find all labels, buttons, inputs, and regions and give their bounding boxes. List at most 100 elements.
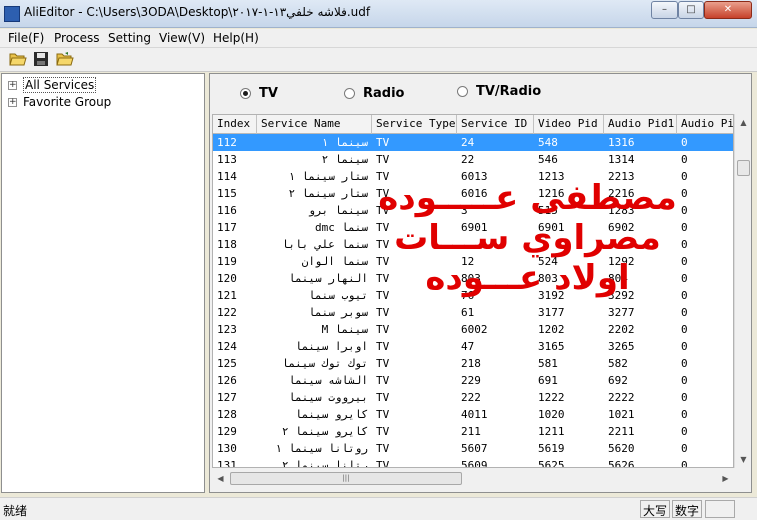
table-cell: ستار سينما ١: [288, 170, 368, 183]
table-row[interactable]: 125 توك توك سينما TV 218 581 582 0: [213, 355, 733, 372]
folder-open-icon: [56, 52, 74, 66]
table-cell: 1211: [538, 425, 565, 438]
tree-item-favorite-group[interactable]: + Favorite Group: [8, 94, 111, 110]
table-cell: سنما علي بابا: [281, 238, 368, 251]
table-row[interactable]: 117 سنما dmc TV 6901 6901 6902 0: [213, 219, 733, 236]
vertical-scrollbar[interactable]: ▲ ▼: [734, 114, 751, 468]
title-bar: AliEditor - C:\Users\3ODA\Desktop\فلاشه …: [0, 0, 757, 28]
menu-process[interactable]: Process: [54, 31, 100, 45]
scroll-left-icon[interactable]: ◀: [212, 470, 229, 487]
table-cell: 515: [538, 204, 558, 217]
table-row[interactable]: 112 سينما ١ TV 24 548 1316 0: [213, 134, 733, 151]
table-row[interactable]: 116 سينما برو TV 3 515 1283 0: [213, 202, 733, 219]
table-row[interactable]: 124 اوبرا سينما TV 47 3165 3265 0: [213, 338, 733, 355]
scroll-right-icon[interactable]: ▶: [717, 470, 734, 487]
horizontal-scrollbar[interactable]: ◀ ||| ▶: [212, 470, 734, 487]
menu-setting[interactable]: Setting: [108, 31, 151, 45]
table-cell: 0: [681, 153, 688, 166]
table-row[interactable]: 119 سنما الوان TV 12 524 1292 0: [213, 253, 733, 270]
table-cell: TV: [376, 238, 390, 251]
table-cell: 117: [217, 221, 237, 234]
col-service-type[interactable]: Service Type: [372, 115, 457, 134]
col-audio-pid1[interactable]: Audio Pid1: [604, 115, 677, 134]
col-audio-pid[interactable]: Audio Pid: [677, 115, 733, 134]
table-body: 112 سينما ١ TV 24 548 1316 0 113 سينما ٢ TV 22 546 1…: [213, 134, 733, 468]
table-row[interactable]: 128 كايرو سينما TV 4011 1020 1021 0: [213, 406, 733, 423]
expand-icon[interactable]: +: [8, 80, 17, 90]
table-cell: 47: [461, 340, 475, 353]
col-service-id[interactable]: Service ID: [457, 115, 534, 134]
radio-tv[interactable]: TV: [240, 86, 278, 101]
table-cell: 0: [681, 459, 688, 468]
menu-file[interactable]: File(F): [8, 31, 44, 45]
maximize-button[interactable]: □: [678, 1, 704, 19]
table-cell: TV: [376, 391, 390, 404]
table-cell: النهار سينما: [288, 272, 368, 285]
table-cell: 3192: [538, 289, 565, 302]
save-button[interactable]: [33, 51, 53, 69]
table-cell: TV: [376, 187, 390, 200]
table-cell: 130: [217, 442, 237, 455]
menu-view[interactable]: View(V): [159, 31, 205, 45]
table-cell: 119: [217, 255, 237, 268]
tree-item-all-services[interactable]: + All Services: [8, 77, 97, 93]
table-row[interactable]: 121 تيوب سنما TV 76 3192 3292 0: [213, 287, 733, 304]
col-service-name[interactable]: Service Name: [257, 115, 372, 134]
scroll-up-icon[interactable]: ▲: [735, 114, 752, 131]
services-table: Index Service Name Service Type Service …: [212, 114, 734, 468]
table-cell: 127: [217, 391, 237, 404]
table-cell: 0: [681, 170, 688, 183]
table-cell: 2211: [608, 425, 635, 438]
table-row[interactable]: 122 سوبر سنما TV 61 3177 3277 0: [213, 304, 733, 321]
toolbar: [0, 48, 757, 72]
minimize-button[interactable]: –: [651, 1, 678, 19]
table-row[interactable]: 126 الشاشه سينما TV 229 691 692 0: [213, 372, 733, 389]
table-cell: TV: [376, 136, 390, 149]
radio-radio[interactable]: Radio: [344, 86, 404, 101]
table-cell: 804: [608, 272, 628, 285]
table-row[interactable]: 118 سنما علي بابا TV 0: [213, 236, 733, 253]
close-button[interactable]: ✕: [704, 1, 752, 19]
col-index[interactable]: Index: [213, 115, 257, 134]
table-cell: 5619: [538, 442, 565, 455]
table-cell: 12: [461, 255, 475, 268]
table-row[interactable]: 123 سينما M TV 6002 1202 2202 0: [213, 321, 733, 338]
scroll-down-icon[interactable]: ▼: [735, 451, 752, 468]
open-alt-button[interactable]: [56, 51, 76, 69]
table-row[interactable]: 120 النهار سينما TV 803 803 804 0: [213, 270, 733, 287]
table-cell: 120: [217, 272, 237, 285]
tree-item-label: All Services: [23, 77, 97, 93]
table-cell: 0: [681, 442, 688, 455]
table-row[interactable]: 113 سينما ٢ TV 22 546 1314 0: [213, 151, 733, 168]
menu-help[interactable]: Help(H): [213, 31, 259, 45]
table-row[interactable]: 130 روتانا سينما ١ TV 5607 5619 5620 0: [213, 440, 733, 457]
table-cell: TV: [376, 408, 390, 421]
table-cell: 2213: [608, 170, 635, 183]
table-cell: TV: [376, 153, 390, 166]
table-cell: 2222: [608, 391, 635, 404]
table-row[interactable]: 115 ستار سينما ٢ TV 6016 1216 2216 0: [213, 185, 733, 202]
table-cell: 524: [538, 255, 558, 268]
table-row[interactable]: 129 كايرو سينما ٢ TV 211 1211 2211 0: [213, 423, 733, 440]
table-row[interactable]: 127 بيرووت سينما TV 222 1222 2222 0: [213, 389, 733, 406]
table-cell: 0: [681, 255, 688, 268]
expand-icon[interactable]: +: [8, 97, 17, 107]
table-cell: 0: [681, 238, 688, 251]
col-video-pid[interactable]: Video Pid: [534, 115, 604, 134]
table-row[interactable]: 114 ستار سينما ١ TV 6013 1213 2213 0: [213, 168, 733, 185]
scroll-thumb[interactable]: |||: [230, 472, 462, 485]
table-cell: 1213: [538, 170, 565, 183]
status-bar: 就绪 大写 数字: [0, 497, 757, 520]
open-button[interactable]: [9, 51, 29, 69]
scroll-thumb[interactable]: [737, 160, 750, 176]
table-cell: 0: [681, 391, 688, 404]
radio-tvradio[interactable]: TV/Radio: [457, 84, 541, 99]
table-cell: سينما M: [321, 323, 368, 336]
table-cell: 692: [608, 374, 628, 387]
table-cell: 4011: [461, 408, 488, 421]
table-cell: TV: [376, 340, 390, 353]
table-cell: 0: [681, 187, 688, 200]
table-cell: سينما برو: [308, 204, 368, 217]
caps-indicator: 大写: [640, 500, 671, 518]
table-row[interactable]: 131 رتانا سينما ٢ TV 5609 5625 5626 0: [213, 457, 733, 468]
